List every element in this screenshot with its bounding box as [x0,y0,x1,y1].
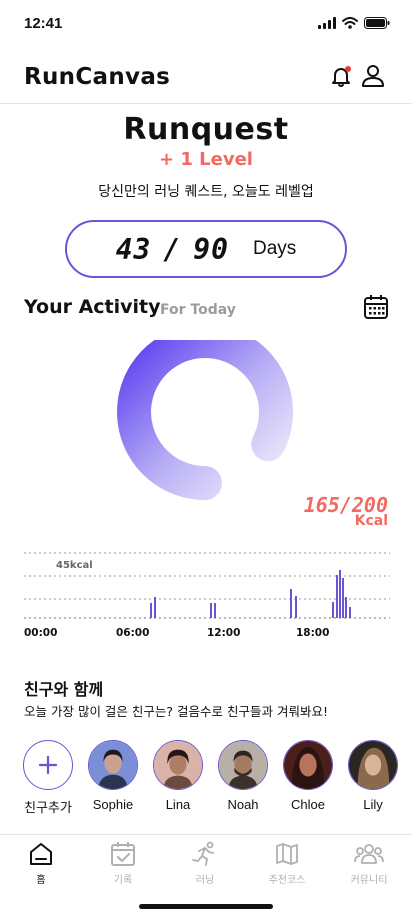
add-friend-avatar[interactable] [23,740,73,790]
quest-title: Runquest [123,112,289,147]
status-bar: 12:41 [0,0,412,48]
chart-bar [150,603,152,618]
activity-period: For Today [160,302,236,318]
activity-title: Your Activity [24,296,161,318]
add-friend-button[interactable]: 친구추가 [16,740,80,816]
friend-item-chloe[interactable]: Chloe [276,740,340,812]
tab-home[interactable]: 홈 [11,841,71,886]
hourly-calorie-chart: 45kcal 00:00 06:00 12:00 18:00 [24,552,390,639]
community-icon [354,844,384,864]
tab-label: 기록 [113,875,133,886]
profile-icon[interactable] [360,63,386,89]
tab-label: 러닝 [195,875,215,886]
chart-label: 45kcal [56,560,93,571]
add-friend-label: 친구추가 [24,800,72,815]
chart-bar [339,570,341,618]
time-label: 12:00 [207,627,240,639]
calorie-ring-arc [117,340,294,500]
friend-name: Sophie [92,797,134,812]
time-label: 00:00 [24,627,57,639]
map-icon [276,843,298,865]
friend-name: Chloe [291,797,325,812]
quest-subtitle: 당신만의 러닝 퀘스트, 오늘도 레벨업 [98,184,314,200]
notification-bell-icon[interactable] [328,63,354,89]
avatar-portrait-icon [284,741,332,789]
app-header: RunCanvas [0,48,412,104]
friend-name: Lily [363,797,383,812]
app-logo: RunCanvas [24,64,171,90]
friend-name: Lina [165,797,191,812]
time-label: 06:00 [116,627,149,639]
avatar[interactable] [88,740,138,790]
friends-subtitle: 오늘 가장 많이 걸은 친구는? 걸음수로 친구들과 겨뤄봐요! [24,704,328,719]
days-separator: / [163,232,182,266]
calendar-check-icon [111,842,135,866]
tab-running[interactable]: 러닝 [175,841,235,886]
tab-records[interactable]: 기록 [93,841,153,886]
friend-item-noah[interactable]: Noah [211,740,275,812]
days-current: 43 [115,232,152,266]
chart-bar [342,578,344,618]
avatar-portrait-icon [349,741,397,789]
tab-courses[interactable]: 추천코스 [257,841,317,886]
chart-bar [345,597,347,618]
days-total: 90 [193,232,229,266]
friend-item-sophie[interactable]: Sophie [81,740,145,812]
friend-item-lily[interactable]: Lily [341,740,405,812]
tab-label: 커뮤니티 [350,875,388,886]
chart-bar [154,597,156,618]
status-time: 12:41 [24,15,63,32]
chart-bar [210,603,212,618]
chart-bar [332,602,334,618]
avatar-portrait-icon [89,741,137,789]
home-icon [30,843,52,865]
runner-icon [192,841,214,866]
status-icons [318,17,390,29]
avatar[interactable] [218,740,268,790]
tab-label: 추천코스 [268,875,306,886]
chart-bar [290,589,292,618]
chart-bar [295,596,297,618]
level-up-label: + 1 Level [159,149,253,170]
avatar[interactable] [153,740,203,790]
tab-community[interactable]: 커뮤니티 [339,841,399,886]
chart-bar [336,575,338,618]
avatar-portrait-icon [154,741,202,789]
calendar-icon[interactable] [363,294,389,320]
friend-item-lina[interactable]: Lina [146,740,210,812]
kcal-unit: Kcal [354,513,388,529]
friend-name: Noah [227,797,259,812]
tab-label: 홈 [36,875,46,886]
chart-bar [214,603,216,618]
avatar[interactable] [283,740,333,790]
days-label: Days [253,238,297,259]
signal-icon [318,17,336,29]
battery-icon [364,17,390,29]
home-indicator [139,904,273,909]
avatar[interactable] [348,740,398,790]
wifi-icon [342,17,358,29]
avatar-portrait-icon [219,741,267,789]
friends-title: 친구와 함께 [24,680,104,699]
time-label: 18:00 [296,627,329,639]
chart-bar [349,607,351,618]
plus-icon [38,755,58,775]
days-progress-pill[interactable]: 43 / 90 Days [65,220,347,278]
